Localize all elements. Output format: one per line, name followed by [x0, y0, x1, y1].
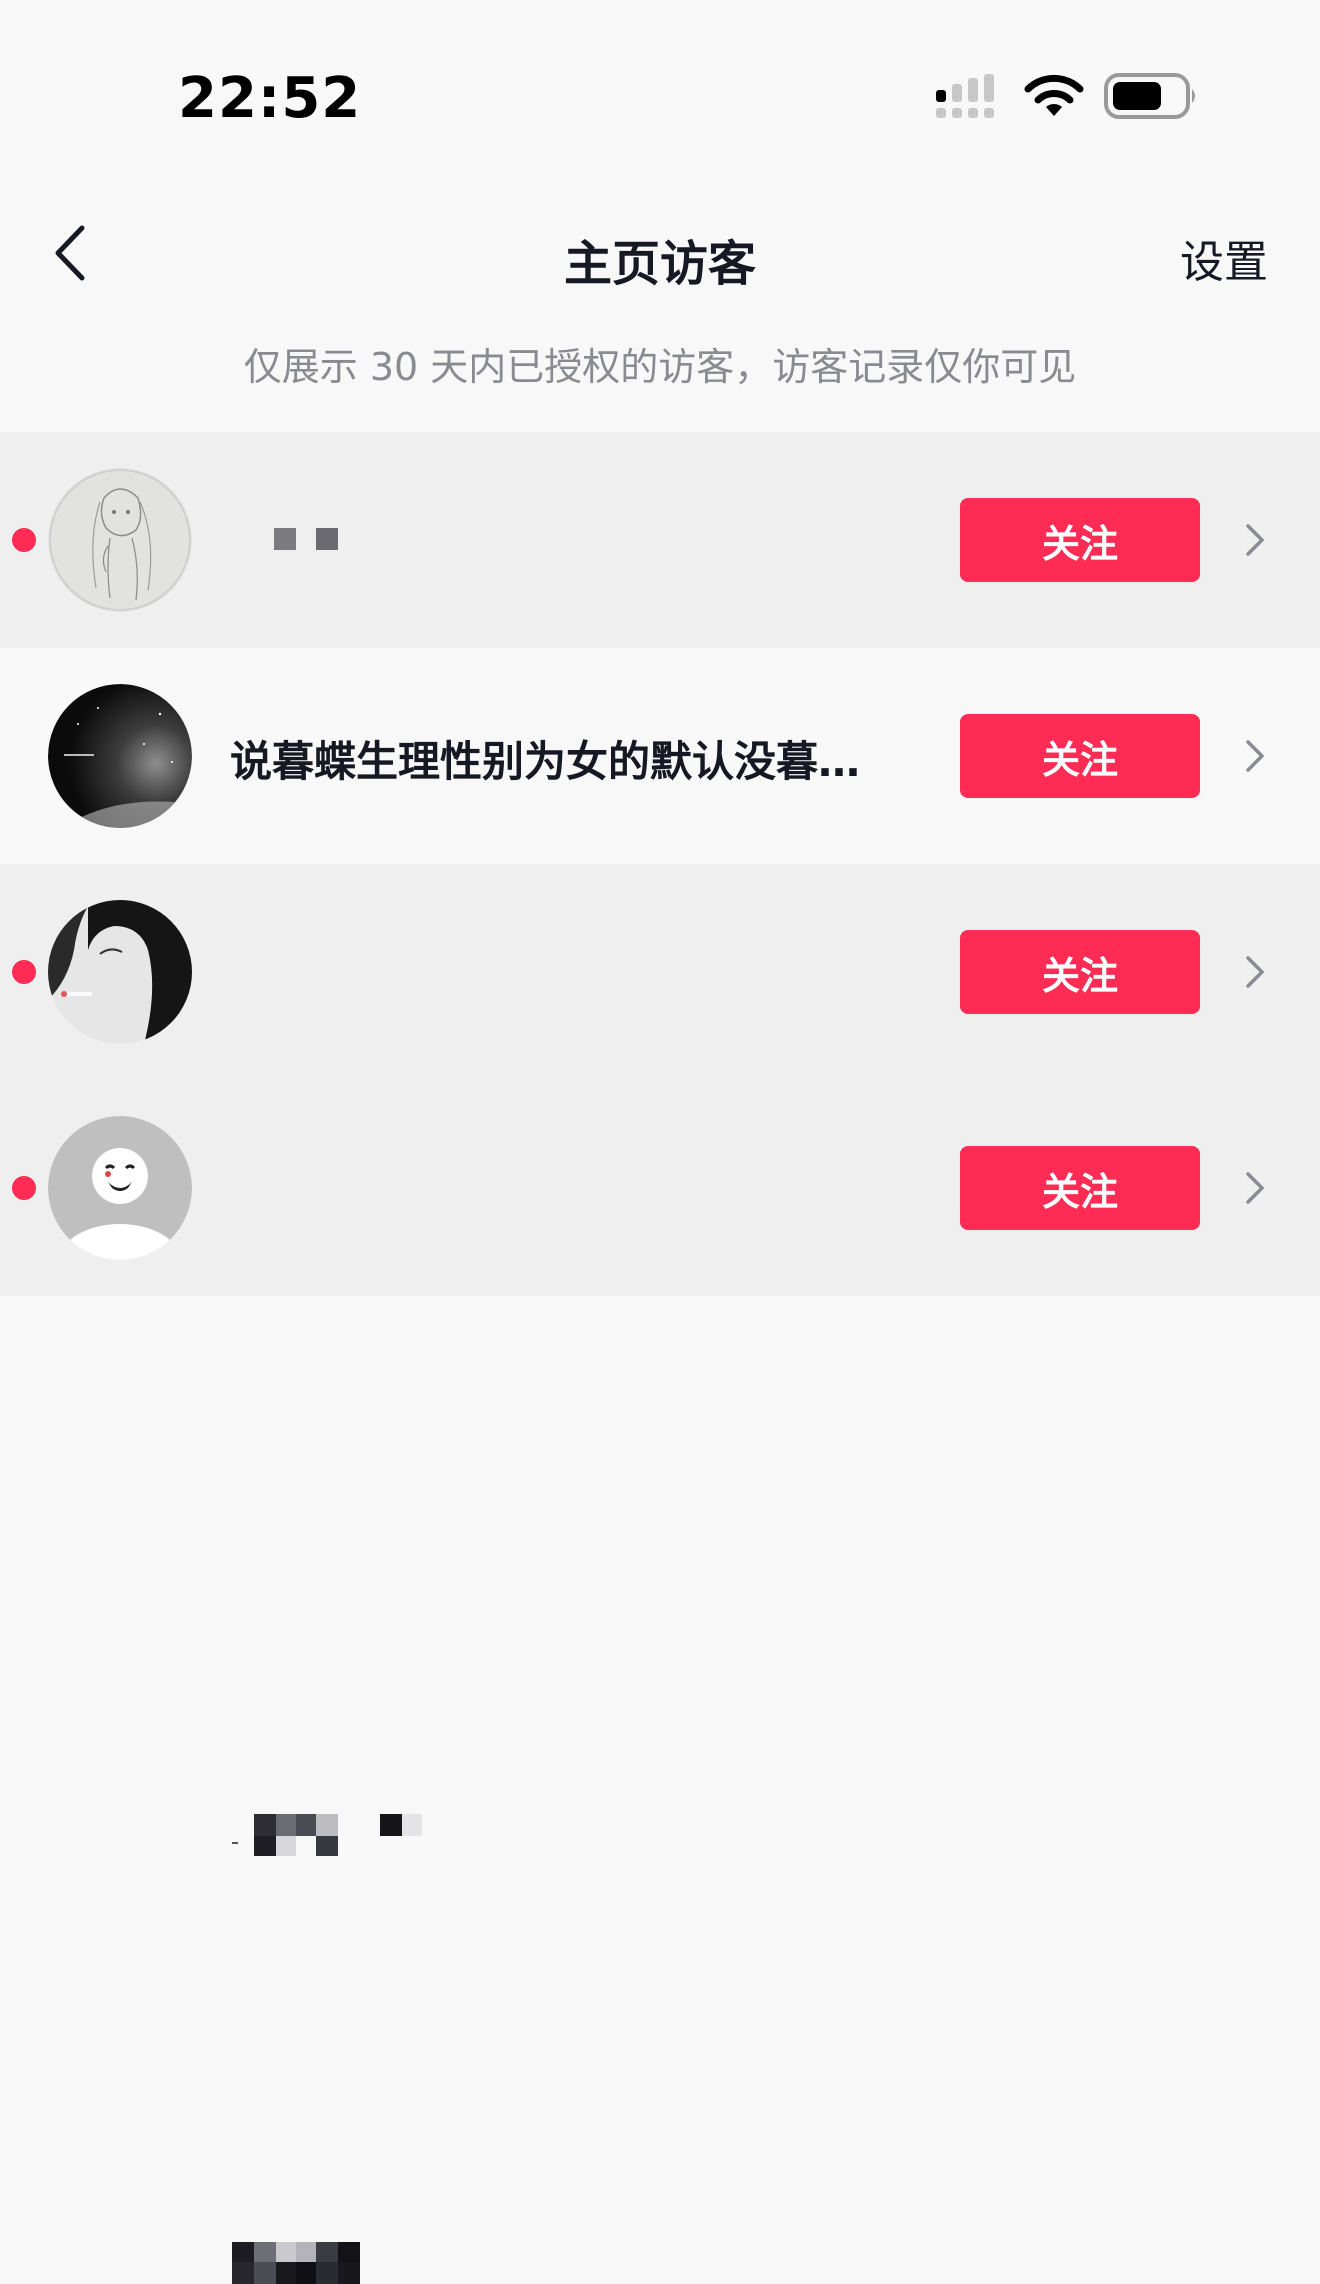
- visitor-nickname: 说暮蝶生理性别为女的默认没暮…: [230, 737, 861, 786]
- visitor-list: 关注 说暮蝶生理性别为女的默认没暮… 关注 关注 关注: [0, 432, 1320, 2284]
- visitor-row[interactable]: 说暮蝶生理性别为女的默认没暮… 关注: [0, 648, 1320, 864]
- status-bar: 22:52: [0, 0, 1320, 190]
- visitor-row[interactable]: 关注: [0, 864, 1320, 1856]
- sketch-girl-avatar[interactable]: [48, 468, 192, 612]
- visitor-row[interactable]: 关注: [0, 432, 1320, 648]
- meme-face-avatar[interactable]: [48, 1116, 192, 1260]
- privacy-notice: 仅展示 30 天内已授权的访客，访客记录仅你可见: [243, 345, 1077, 389]
- chevron-right-icon[interactable]: [1240, 952, 1270, 992]
- status-time: 22:52: [178, 66, 362, 131]
- follow-button[interactable]: 关注: [960, 1146, 1200, 1230]
- chevron-right-icon[interactable]: [1240, 520, 1270, 560]
- page-title: 主页访客: [563, 236, 756, 292]
- follow-button[interactable]: 关注: [960, 714, 1200, 798]
- cellular-signal-icon: [936, 74, 994, 118]
- visitor-row[interactable]: 关注: [0, 1080, 1320, 2284]
- settings-button[interactable]: 设置: [1180, 226, 1268, 290]
- chevron-right-icon[interactable]: [1240, 1168, 1270, 1208]
- unread-dot: [12, 528, 36, 552]
- follow-button[interactable]: 关注: [960, 930, 1200, 1014]
- follow-button[interactable]: 关注: [960, 498, 1200, 582]
- chevron-right-icon[interactable]: [1240, 736, 1270, 776]
- unread-dot: [12, 1176, 36, 1200]
- wifi-icon: [1024, 74, 1084, 116]
- nav-bar: 主页访客 设置: [0, 200, 1320, 310]
- starry-sky-avatar[interactable]: [48, 684, 192, 828]
- anime-silhouette-avatar[interactable]: [48, 900, 192, 1044]
- unread-dot: [12, 960, 36, 984]
- battery-icon: [1104, 73, 1195, 119]
